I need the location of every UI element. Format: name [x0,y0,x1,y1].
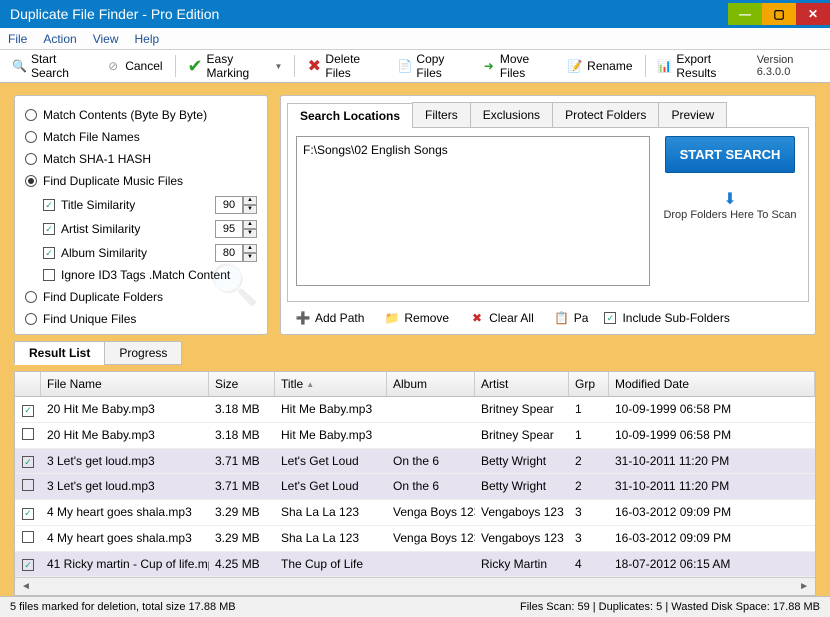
toolbar: 🔍Start Search ⊘Cancel ✔Easy Marking▼ ✖De… [0,50,830,83]
tab-result-list[interactable]: Result List [14,341,105,365]
col-modified[interactable]: Modified Date [609,372,815,396]
locations-panel: Search Locations Filters Exclusions Prot… [280,95,816,335]
window-title: Duplicate File Finder - Pro Edition [10,6,219,22]
copy-files-button[interactable]: 📄Copy Files [393,50,469,82]
status-left: 5 files marked for deletion, total size … [10,601,236,613]
table-row[interactable]: 20 Hit Me Baby.mp33.18 MBHit Me Baby.mp3… [15,397,815,423]
album-similarity-check[interactable]: Album Similarity ▲▼ [43,244,257,262]
menu-action[interactable]: Action [43,32,76,46]
remove-icon: 📁 [384,310,400,326]
start-search-button[interactable]: 🔍Start Search [8,50,93,82]
status-right: Files Scan: 59 | Duplicates: 5 | Wasted … [520,601,820,613]
menu-view[interactable]: View [93,32,119,46]
tab-progress[interactable]: Progress [104,341,182,365]
col-album[interactable]: Album [387,372,475,396]
sort-asc-icon: ▲ [306,380,314,389]
clear-icon: ✖ [469,310,485,326]
cancel-button[interactable]: ⊘Cancel [101,56,166,76]
ignore-id3-check[interactable]: Ignore ID3 Tags .Match Content [43,268,257,282]
copy-icon: 📄 [397,58,412,74]
method-unique-files[interactable]: Find Unique Files [25,312,257,326]
remove-path-button[interactable]: 📁Remove [380,308,453,328]
table-row[interactable]: 20 Hit Me Baby.mp33.18 MBHit Me Baby.mp3… [15,423,815,449]
col-size[interactable]: Size [209,372,275,396]
col-group[interactable]: Grp [569,372,609,396]
title-similarity-spin[interactable]: ▲▼ [215,196,257,214]
paste-icon: 📋 [554,310,570,326]
menu-file[interactable]: File [8,32,27,46]
h-scrollbar[interactable]: ◄► [15,577,815,595]
statusbar: 5 files marked for deletion, total size … [0,596,830,617]
row-check[interactable] [22,456,34,468]
col-title[interactable]: Title▲ [275,372,387,396]
table-row[interactable]: 4 My heart goes shala.mp33.29 MBSha La L… [15,500,815,526]
tab-exclusions[interactable]: Exclusions [470,102,553,127]
method-match-sha1[interactable]: Match SHA-1 HASH [25,152,257,166]
row-check[interactable] [22,428,34,440]
row-check[interactable] [22,508,34,520]
col-artist[interactable]: Artist [475,372,569,396]
paste-button[interactable]: 📋Pa [550,308,593,328]
tab-filters[interactable]: Filters [412,102,471,127]
method-duplicate-folders[interactable]: Find Duplicate Folders [25,290,257,304]
grid-header: File Name Size Title▲ Album Artist Grp M… [15,372,815,397]
add-path-button[interactable]: ➕Add Path [291,308,368,328]
results-grid: File Name Size Title▲ Album Artist Grp M… [14,371,816,596]
table-row[interactable]: 3 Let's get loud.mp33.71 MBLet's Get Lou… [15,474,815,500]
drop-folders-hint: ⬇ Drop Folders Here To Scan [663,189,796,221]
table-row[interactable]: 41 Ricky martin - Cup of life.mp34.25 MB… [15,552,815,578]
check-icon: ✔ [187,58,202,74]
method-match-names[interactable]: Match File Names [25,130,257,144]
version-label: Version 6.3.0.0 [757,54,822,78]
method-match-contents[interactable]: Match Contents (Byte By Byte) [25,108,257,122]
include-subfolders-check[interactable]: Include Sub-Folders [604,311,729,325]
delete-files-button[interactable]: ✖Delete Files [303,50,385,82]
close-button[interactable]: ✕ [796,3,830,25]
move-icon: ➜ [482,58,496,74]
row-check[interactable] [22,479,34,491]
row-check[interactable] [22,531,34,543]
search-icon: 🔍 [12,58,27,74]
rename-button[interactable]: 📝Rename [563,56,636,76]
match-method-panel: Match Contents (Byte By Byte) Match File… [14,95,268,335]
row-check[interactable] [22,559,34,571]
start-search-big-button[interactable]: START SEARCH [665,136,796,173]
tab-protect-folders[interactable]: Protect Folders [552,102,659,127]
table-row[interactable]: 3 Let's get loud.mp33.71 MBLet's Get Lou… [15,449,815,475]
album-similarity-spin[interactable]: ▲▼ [215,244,257,262]
rename-icon: 📝 [567,58,583,74]
tab-preview[interactable]: Preview [658,102,727,127]
delete-icon: ✖ [307,58,321,74]
add-icon: ➕ [295,310,311,326]
col-filename[interactable]: File Name [41,372,209,396]
cancel-icon: ⊘ [105,58,121,74]
move-files-button[interactable]: ➜Move Files [478,50,555,82]
export-icon: 📊 [657,58,672,74]
minimize-button[interactable]: — [728,3,762,25]
grid-body[interactable]: 20 Hit Me Baby.mp33.18 MBHit Me Baby.mp3… [15,397,815,577]
method-duplicate-music[interactable]: Find Duplicate Music Files [25,174,257,188]
col-check[interactable] [15,372,41,396]
export-results-button[interactable]: 📊Export Results [653,50,748,82]
easy-marking-button[interactable]: ✔Easy Marking▼ [183,50,286,82]
maximize-button[interactable]: ▢ [762,3,796,25]
menubar: File Action View Help [0,28,830,50]
title-similarity-check[interactable]: Title Similarity ▲▼ [43,196,257,214]
table-row[interactable]: 4 My heart goes shala.mp33.29 MBSha La L… [15,526,815,552]
tab-search-locations[interactable]: Search Locations [287,103,413,128]
clear-all-button[interactable]: ✖Clear All [465,308,538,328]
path-list[interactable]: F:\Songs\02 English Songs [296,136,650,286]
row-check[interactable] [22,405,34,417]
down-arrow-icon: ⬇ [723,191,736,208]
artist-similarity-spin[interactable]: ▲▼ [215,220,257,238]
menu-help[interactable]: Help [135,32,160,46]
titlebar: Duplicate File Finder - Pro Edition — ▢ … [0,0,830,28]
artist-similarity-check[interactable]: Artist Similarity ▲▼ [43,220,257,238]
